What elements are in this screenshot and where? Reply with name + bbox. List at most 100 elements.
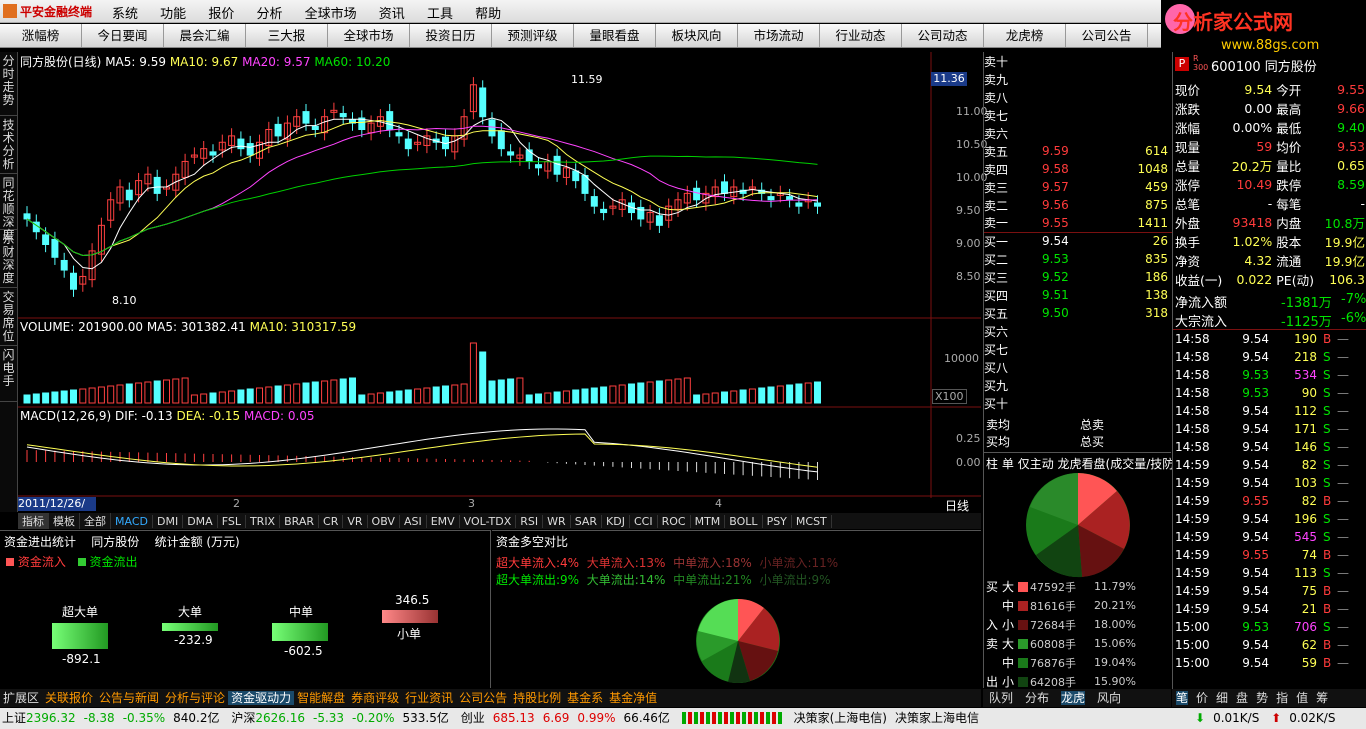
dragon-tab[interactable]: 仅主动 <box>1018 457 1054 471</box>
tab[interactable]: OBV <box>368 515 400 528</box>
buy-level-row[interactable]: 买八 <box>984 358 1172 376</box>
nav-button[interactable]: 涨幅榜 <box>0 24 82 47</box>
tab[interactable]: 分析与评论 <box>162 691 228 705</box>
menu-system[interactable]: 系统 <box>112 7 138 22</box>
tab[interactable]: EMV <box>427 515 460 528</box>
tab[interactable]: MTM <box>691 515 726 528</box>
tab-all[interactable]: 全部 <box>80 513 111 529</box>
tab[interactable]: DMA <box>183 515 218 528</box>
tab-template[interactable]: 模板 <box>49 513 80 529</box>
tab[interactable]: 势 <box>1256 691 1268 705</box>
kline-chart[interactable] <box>18 52 981 512</box>
tab[interactable]: 基金净值 <box>606 691 660 705</box>
menu-help[interactable]: 帮助 <box>475 7 501 22</box>
nav-button[interactable]: 量眼看盘 <box>574 24 656 47</box>
tab[interactable]: WR <box>543 515 571 528</box>
tab[interactable]: ASI <box>400 515 427 528</box>
buy-level-row[interactable]: 买九 <box>984 376 1172 394</box>
tab[interactable]: CR <box>319 515 344 528</box>
tab-queue[interactable]: 队列 <box>989 691 1013 705</box>
nav-button[interactable]: 公司动态 <box>902 24 984 47</box>
tab-macd[interactable]: MACD <box>111 515 153 528</box>
tab[interactable]: DMI <box>153 515 184 528</box>
nav-button[interactable]: 市场流动 <box>738 24 820 47</box>
tab[interactable]: FSL <box>218 515 246 528</box>
tab-dist[interactable]: 分布 <box>1025 691 1049 705</box>
sell-level-row[interactable]: 卖八 <box>984 88 1172 106</box>
sell-level-row[interactable]: 卖十 <box>984 52 1172 70</box>
tab[interactable]: BOLL <box>725 515 763 528</box>
nav-button[interactable]: 晨会汇编 <box>164 24 246 47</box>
sell-level-row[interactable]: 卖七 <box>984 106 1172 124</box>
nav-button[interactable]: 今日要闻 <box>82 24 164 47</box>
buy-level-row[interactable]: 买二 9.53 835 <box>984 250 1172 268</box>
tab[interactable]: 智能解盘 <box>294 691 348 705</box>
tab[interactable]: 公司公告 <box>456 691 510 705</box>
sidebar-item-seats[interactable]: 交易席位 <box>0 288 17 346</box>
tab[interactable]: MCST <box>792 515 832 528</box>
tab[interactable]: 细 <box>1216 691 1228 705</box>
tab[interactable]: 公告与新闻 <box>96 691 162 705</box>
period-label[interactable]: 日线 <box>945 497 969 514</box>
tab[interactable]: 行业资讯 <box>402 691 456 705</box>
sell-level-row[interactable]: 卖五 9.59 614 <box>984 142 1172 160</box>
tab[interactable]: CCI <box>630 515 658 528</box>
tab[interactable]: BRAR <box>280 515 320 528</box>
sidebar-item-ths[interactable]: 同花顺深度 <box>0 174 17 242</box>
tab-dragon[interactable]: 龙虎 <box>1061 691 1086 705</box>
buy-level-row[interactable]: 买十 <box>984 394 1172 412</box>
nav-button[interactable]: 公司公告 <box>1066 24 1148 47</box>
tab[interactable]: 关联报价 <box>42 691 96 705</box>
tab[interactable]: 指 <box>1276 691 1288 705</box>
sell-level-row[interactable]: 卖三 9.57 459 <box>984 178 1172 196</box>
buy-level-row[interactable]: 买七 <box>984 340 1172 358</box>
tab[interactable]: 持股比例 <box>510 691 564 705</box>
tab[interactable]: ROC <box>658 515 691 528</box>
news-ticker-2[interactable]: 决策家上海电信 <box>895 711 979 725</box>
sidebar-item-flash[interactable]: 闪电手 <box>0 346 17 402</box>
tab[interactable]: TRIX <box>246 515 281 528</box>
nav-button[interactable]: 三大报 <box>246 24 328 47</box>
nav-button[interactable]: 预测评级 <box>492 24 574 47</box>
tab-capital[interactable]: 资金驱动力 <box>228 691 295 705</box>
menu-quote[interactable]: 报价 <box>208 7 234 22</box>
tab[interactable]: 盘 <box>1236 691 1248 705</box>
menu-analysis[interactable]: 分析 <box>256 7 282 22</box>
tab[interactable]: PSY <box>763 515 792 528</box>
sell-level-row[interactable]: 卖六 <box>984 124 1172 142</box>
tab[interactable]: SAR <box>571 515 603 528</box>
buy-level-row[interactable]: 买五 9.50 318 <box>984 304 1172 322</box>
dragon-tab[interactable]: 柱 <box>986 457 998 471</box>
sidebar-item-minute[interactable]: 分时走势 <box>0 52 17 116</box>
sidebar-item-eastmoney[interactable]: 东财深度 <box>0 230 17 288</box>
menu-tools[interactable]: 工具 <box>427 7 453 22</box>
tab-extend[interactable]: 扩展区 <box>0 691 42 705</box>
nav-button[interactable]: 投资日历 <box>410 24 492 47</box>
sell-level-row[interactable]: 卖二 9.56 875 <box>984 196 1172 214</box>
tab[interactable]: 筹 <box>1316 691 1328 705</box>
tab[interactable]: VR <box>343 515 368 528</box>
news-ticker-1[interactable]: 决策家(上海电信) <box>794 711 887 725</box>
nav-button[interactable]: 全球市场 <box>328 24 410 47</box>
tick-table[interactable]: 14:58 9.54 190 B — 14:58 9.54 218 S — 14:58 9.53 534… <box>1175 330 1365 672</box>
tab-indicator[interactable]: 指标 <box>18 513 49 529</box>
tab[interactable]: 基金系 <box>564 691 606 705</box>
tab[interactable]: 值 <box>1296 691 1308 705</box>
buy-level-row[interactable]: 买六 <box>984 322 1172 340</box>
tab[interactable]: VOL-TDX <box>460 515 517 528</box>
tab[interactable]: 笔 <box>1176 691 1189 705</box>
buy-level-row[interactable]: 买四 9.51 138 <box>984 286 1172 304</box>
tab[interactable]: 价 <box>1196 691 1208 705</box>
tab[interactable]: KDJ <box>602 515 630 528</box>
menu-global[interactable]: 全球市场 <box>305 7 357 22</box>
nav-button[interactable]: 行业动态 <box>820 24 902 47</box>
sell-level-row[interactable]: 卖一 9.55 1411 <box>984 214 1172 232</box>
buy-level-row[interactable]: 买一 9.54 26 <box>984 232 1172 250</box>
tab[interactable]: 券商评级 <box>348 691 402 705</box>
nav-button[interactable]: 板块风向 <box>656 24 738 47</box>
nav-button[interactable]: 龙虎榜 <box>984 24 1066 47</box>
sell-level-row[interactable]: 卖九 <box>984 70 1172 88</box>
dragon-tab[interactable]: 单 <box>1002 457 1014 471</box>
sell-level-row[interactable]: 卖四 9.58 1048 <box>984 160 1172 178</box>
tab-wind[interactable]: 风向 <box>1097 691 1121 705</box>
